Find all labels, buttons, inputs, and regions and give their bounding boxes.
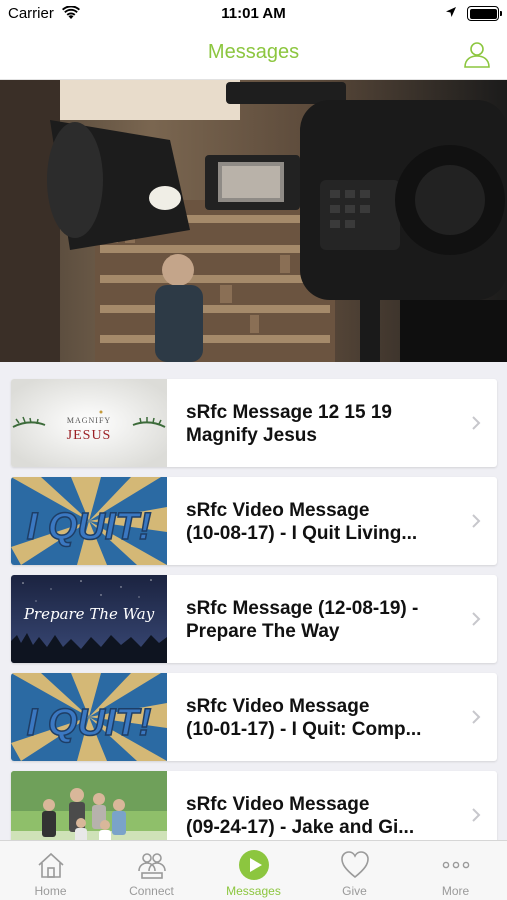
svg-text:I QUIT!: I QUIT! [27,702,152,744]
message-thumbnail: Prepare The Way [11,575,167,663]
tab-label: Messages [226,884,281,898]
message-thumbnail [11,771,167,840]
message-item[interactable]: MAGNIFY JESUS sRfc Message 12 15 19 Magn… [11,379,497,467]
message-list: MAGNIFY JESUS sRfc Message 12 15 19 Magn… [0,362,507,840]
nav-bar: Messages [0,28,507,80]
hero-image [0,80,507,362]
message-title: sRfc Video Message (10-08-17) - I Quit L… [186,500,418,544]
svg-text:Prepare The Way: Prepare The Way [23,605,155,623]
svg-text:I QUIT!: I QUIT! [27,506,152,548]
heart-icon [341,851,369,879]
status-bar: Carrier 11:01 AM [0,0,507,28]
message-item[interactable]: I QUIT! sRfc Video Message (10-01-17) - … [11,673,497,761]
tab-home[interactable]: Home [0,841,101,900]
tab-connect[interactable]: Connect [101,841,202,900]
message-item[interactable]: I QUIT! sRfc Video Message (10-08-17) - … [11,477,497,565]
message-title: sRfc Video Message (10-01-17) - I Quit: … [186,696,422,740]
svg-text:MAGNIFY: MAGNIFY [67,416,111,425]
more-icon [442,861,470,869]
home-icon [38,852,64,878]
page-title: Messages [207,41,300,63]
tab-label: Connect [129,884,174,898]
message-title: sRfc Message (12-08-19) - Prepare The Wa… [186,598,419,642]
tab-more[interactable]: More [405,841,506,900]
chevron-right-icon [472,612,481,626]
tab-label: Home [34,884,67,898]
tab-bar: Home Connect Messages Give More [0,840,507,900]
profile-icon[interactable] [463,40,491,68]
tab-label: Give [342,884,367,898]
svg-text:JESUS: JESUS [67,428,112,443]
chevron-right-icon [472,808,481,822]
message-item[interactable]: Prepare The Way sRfc Message (12-08-19) … [11,575,497,663]
tab-label: More [441,884,470,898]
tab-give[interactable]: Give [304,841,405,900]
message-thumbnail: I QUIT! [11,477,167,565]
video-camera-photo [0,80,507,362]
chevron-right-icon [472,514,481,528]
message-title: sRfc Message 12 15 19 Magnify Jesus [186,402,392,446]
message-thumbnail: MAGNIFY JESUS [11,379,167,467]
clock-time: 11:01 AM [221,5,286,22]
tab-messages[interactable]: Messages [203,841,304,900]
battery-icon [467,6,502,21]
message-item[interactable]: sRfc Video Message (09-24-17) - Jake and… [11,771,497,840]
play-icon [239,850,269,880]
chevron-right-icon [472,416,481,430]
message-thumbnail: I QUIT! [11,673,167,761]
people-icon [138,853,166,879]
message-title: sRfc Video Message (09-24-17) - Jake and… [186,794,415,838]
chevron-right-icon [472,710,481,724]
location-arrow-icon [446,7,456,17]
